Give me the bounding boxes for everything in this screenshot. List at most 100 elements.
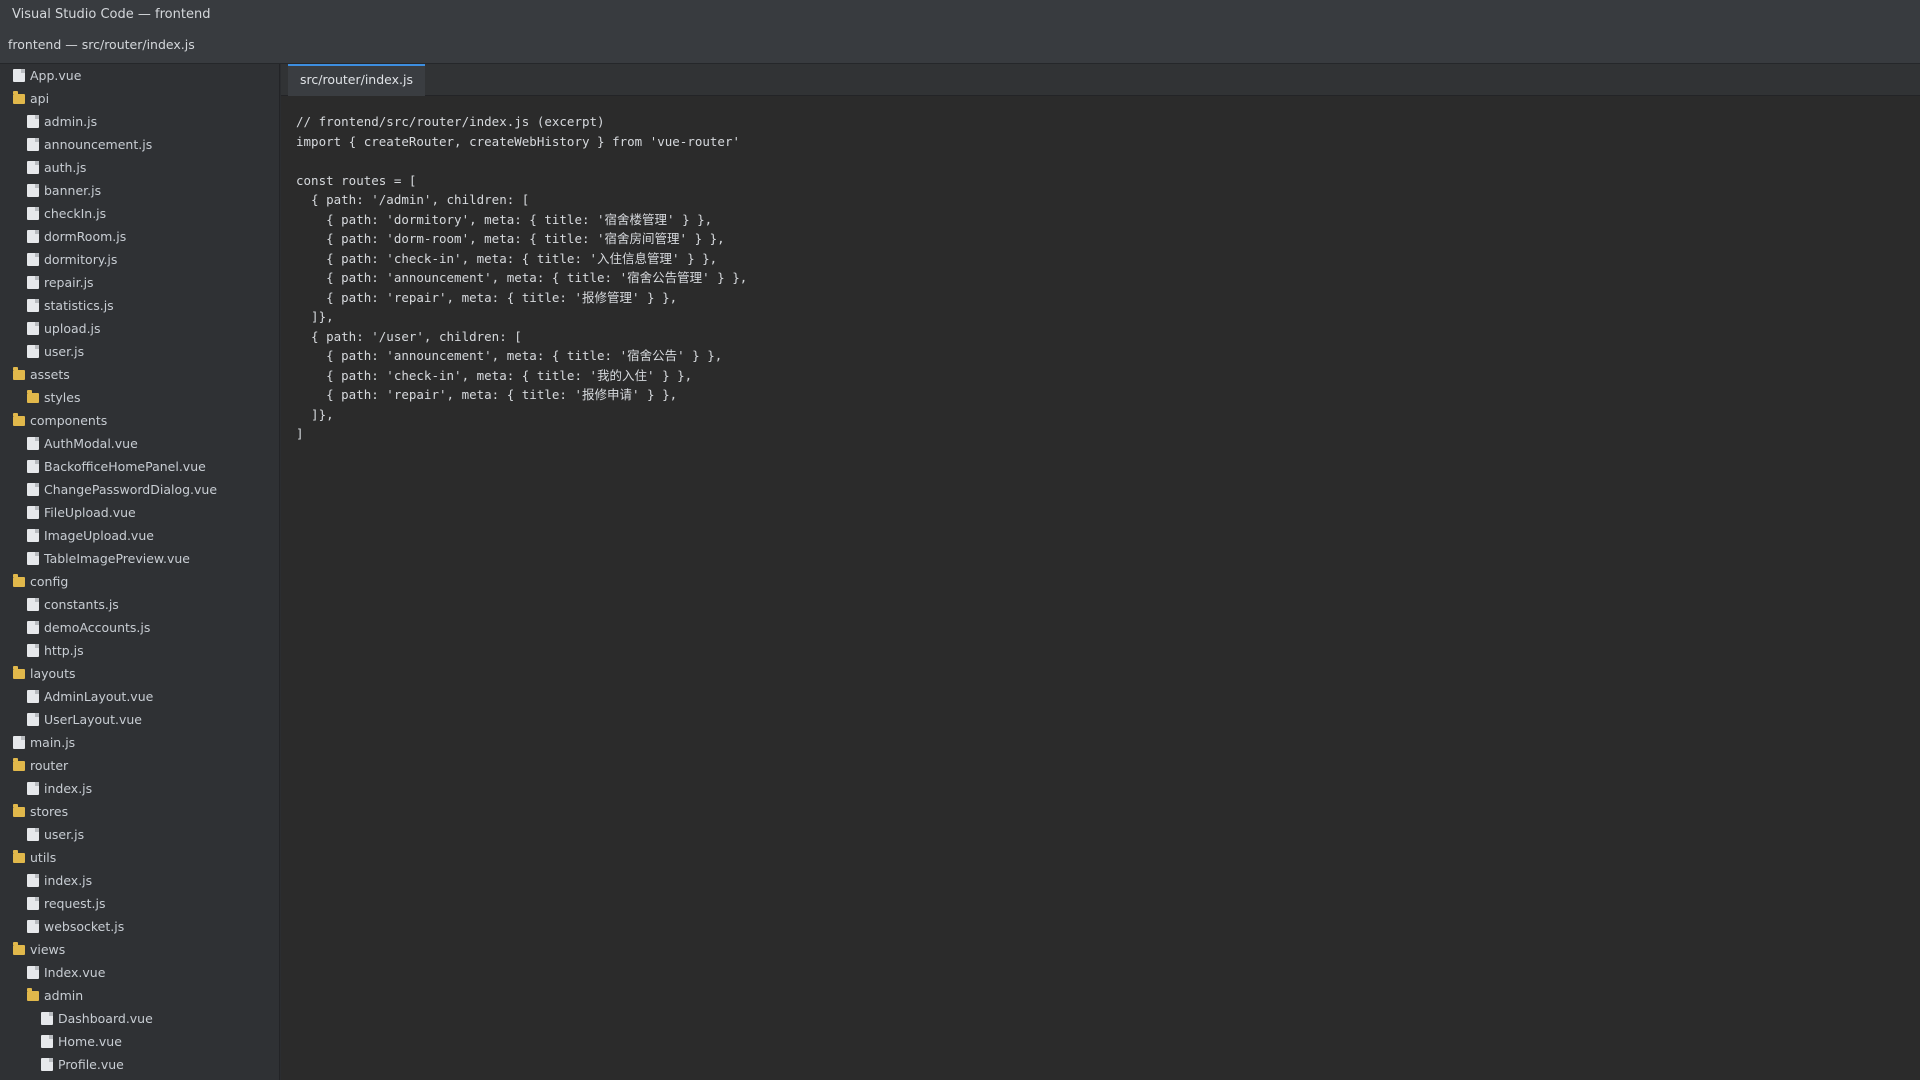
tree-file[interactable]: dormRoom.js [0,225,279,248]
explorer-sidebar[interactable]: App.vue api admin.js announcement.js auth.js… [0,64,280,1080]
tree-item-label: AdminLayout.vue [44,689,154,704]
tree-file[interactable]: announcement.js [0,133,279,156]
tree-item-label: utils [30,850,57,865]
tree-folder[interactable]: config [0,570,279,593]
tree-file[interactable]: http.js [0,639,279,662]
code-line: { path: 'check-in', meta: { title: '入住信息… [296,250,718,266]
folder-icon [27,988,39,1001]
tree-folder[interactable]: stores [0,800,279,823]
tree-file[interactable]: FileUpload.vue [0,501,279,524]
tree-file[interactable]: request.js [0,892,279,915]
tree-file[interactable]: Index.vue [0,961,279,984]
tree-item-label: config [30,574,69,589]
tree-item-label: ImageUpload.vue [44,528,154,543]
tree-file[interactable]: statistics.js [0,294,279,317]
tree-file[interactable]: repair.js [0,271,279,294]
tree-file[interactable]: banner.js [0,179,279,202]
tree-file[interactable]: TableImagePreview.vue [0,547,279,570]
tree-folder[interactable]: api [0,87,279,110]
file-icon [27,161,39,174]
code-line: import { createRouter, createWebHistory … [296,133,741,149]
tree-file[interactable]: websocket.js [0,915,279,938]
file-icon [27,598,39,611]
folder-icon [13,804,25,817]
file-icon [27,345,39,358]
breadcrumb: frontend — src/router/index.js [0,30,1920,64]
tree-file[interactable]: dormitory.js [0,248,279,271]
tree-file[interactable]: checkIn.js [0,202,279,225]
file-icon [27,483,39,496]
code-line: ]}, [296,406,334,422]
tree-item-label: banner.js [44,183,102,198]
tree-file[interactable]: ChangePasswordDialog.vue [0,478,279,501]
tree-folder[interactable]: styles [0,386,279,409]
code-line: const routes = [ [296,172,417,188]
tree-item-label: views [30,942,66,957]
tree-item-label: index.js [44,781,93,796]
tree-item-label: dormRoom.js [44,229,127,244]
file-tree: App.vue api admin.js announcement.js auth.js… [0,64,279,1076]
tree-item-label: user.js [44,344,85,359]
tree-file[interactable]: user.js [0,340,279,363]
tree-file[interactable]: Home.vue [0,1030,279,1053]
folder-icon [13,758,25,771]
window-title-bar: Visual Studio Code — frontend [0,0,1920,30]
tree-item-label: Index.vue [44,965,106,980]
tree-file[interactable]: index.js [0,777,279,800]
tree-file[interactable]: main.js [0,731,279,754]
tree-file[interactable]: UserLayout.vue [0,708,279,731]
tree-file[interactable]: constants.js [0,593,279,616]
tab-label: src/router/index.js [300,72,413,87]
tree-file[interactable]: Profile.vue [0,1053,279,1076]
tree-item-label: assets [30,367,70,382]
file-icon [27,552,39,565]
code-line: { path: 'dormitory', meta: { title: '宿舍楼… [296,211,713,227]
tree-file[interactable]: demoAccounts.js [0,616,279,639]
tree-file[interactable]: AuthModal.vue [0,432,279,455]
editor-tab-bar: src/router/index.js [281,64,1920,96]
tree-item-label: user.js [44,827,85,842]
tree-file[interactable]: App.vue [0,64,279,87]
folder-icon [27,390,39,403]
tree-file[interactable]: auth.js [0,156,279,179]
tree-file[interactable]: AdminLayout.vue [0,685,279,708]
tree-item-label: components [30,413,108,428]
file-icon [27,115,39,128]
tree-item-label: main.js [30,735,76,750]
tree-item-label: index.js [44,873,93,888]
tree-item-label: admin.js [44,114,98,129]
folder-icon [13,413,25,426]
code-line: { path: '/user', children: [ [296,328,522,344]
tree-item-label: styles [44,390,81,405]
tab-router-index[interactable]: src/router/index.js [288,64,425,96]
tree-file[interactable]: BackofficeHomePanel.vue [0,455,279,478]
tree-folder[interactable]: utils [0,846,279,869]
tree-folder[interactable]: views [0,938,279,961]
tree-item-label: TableImagePreview.vue [44,551,190,566]
file-icon [27,644,39,657]
tree-file[interactable]: upload.js [0,317,279,340]
tree-item-label: layouts [30,666,76,681]
tree-item-label: repair.js [44,275,94,290]
tree-file[interactable]: admin.js [0,110,279,133]
tree-folder[interactable]: admin [0,984,279,1007]
tree-item-label: dormitory.js [44,252,118,267]
tree-item-label: api [30,91,50,106]
tree-file[interactable]: user.js [0,823,279,846]
folder-icon [13,942,25,955]
tree-file[interactable]: Dashboard.vue [0,1007,279,1030]
folder-icon [13,91,25,104]
tree-folder[interactable]: router [0,754,279,777]
tree-folder[interactable]: layouts [0,662,279,685]
file-icon [27,322,39,335]
tree-file[interactable]: index.js [0,869,279,892]
file-icon [27,437,39,450]
code-editor[interactable]: // frontend/src/router/index.js (excerpt… [296,112,747,444]
tree-item-label: stores [30,804,69,819]
file-icon [27,460,39,473]
tree-folder[interactable]: assets [0,363,279,386]
code-line: ] [296,426,304,441]
tree-file[interactable]: ImageUpload.vue [0,524,279,547]
tree-folder[interactable]: components [0,409,279,432]
tree-item-label: BackofficeHomePanel.vue [44,459,206,474]
